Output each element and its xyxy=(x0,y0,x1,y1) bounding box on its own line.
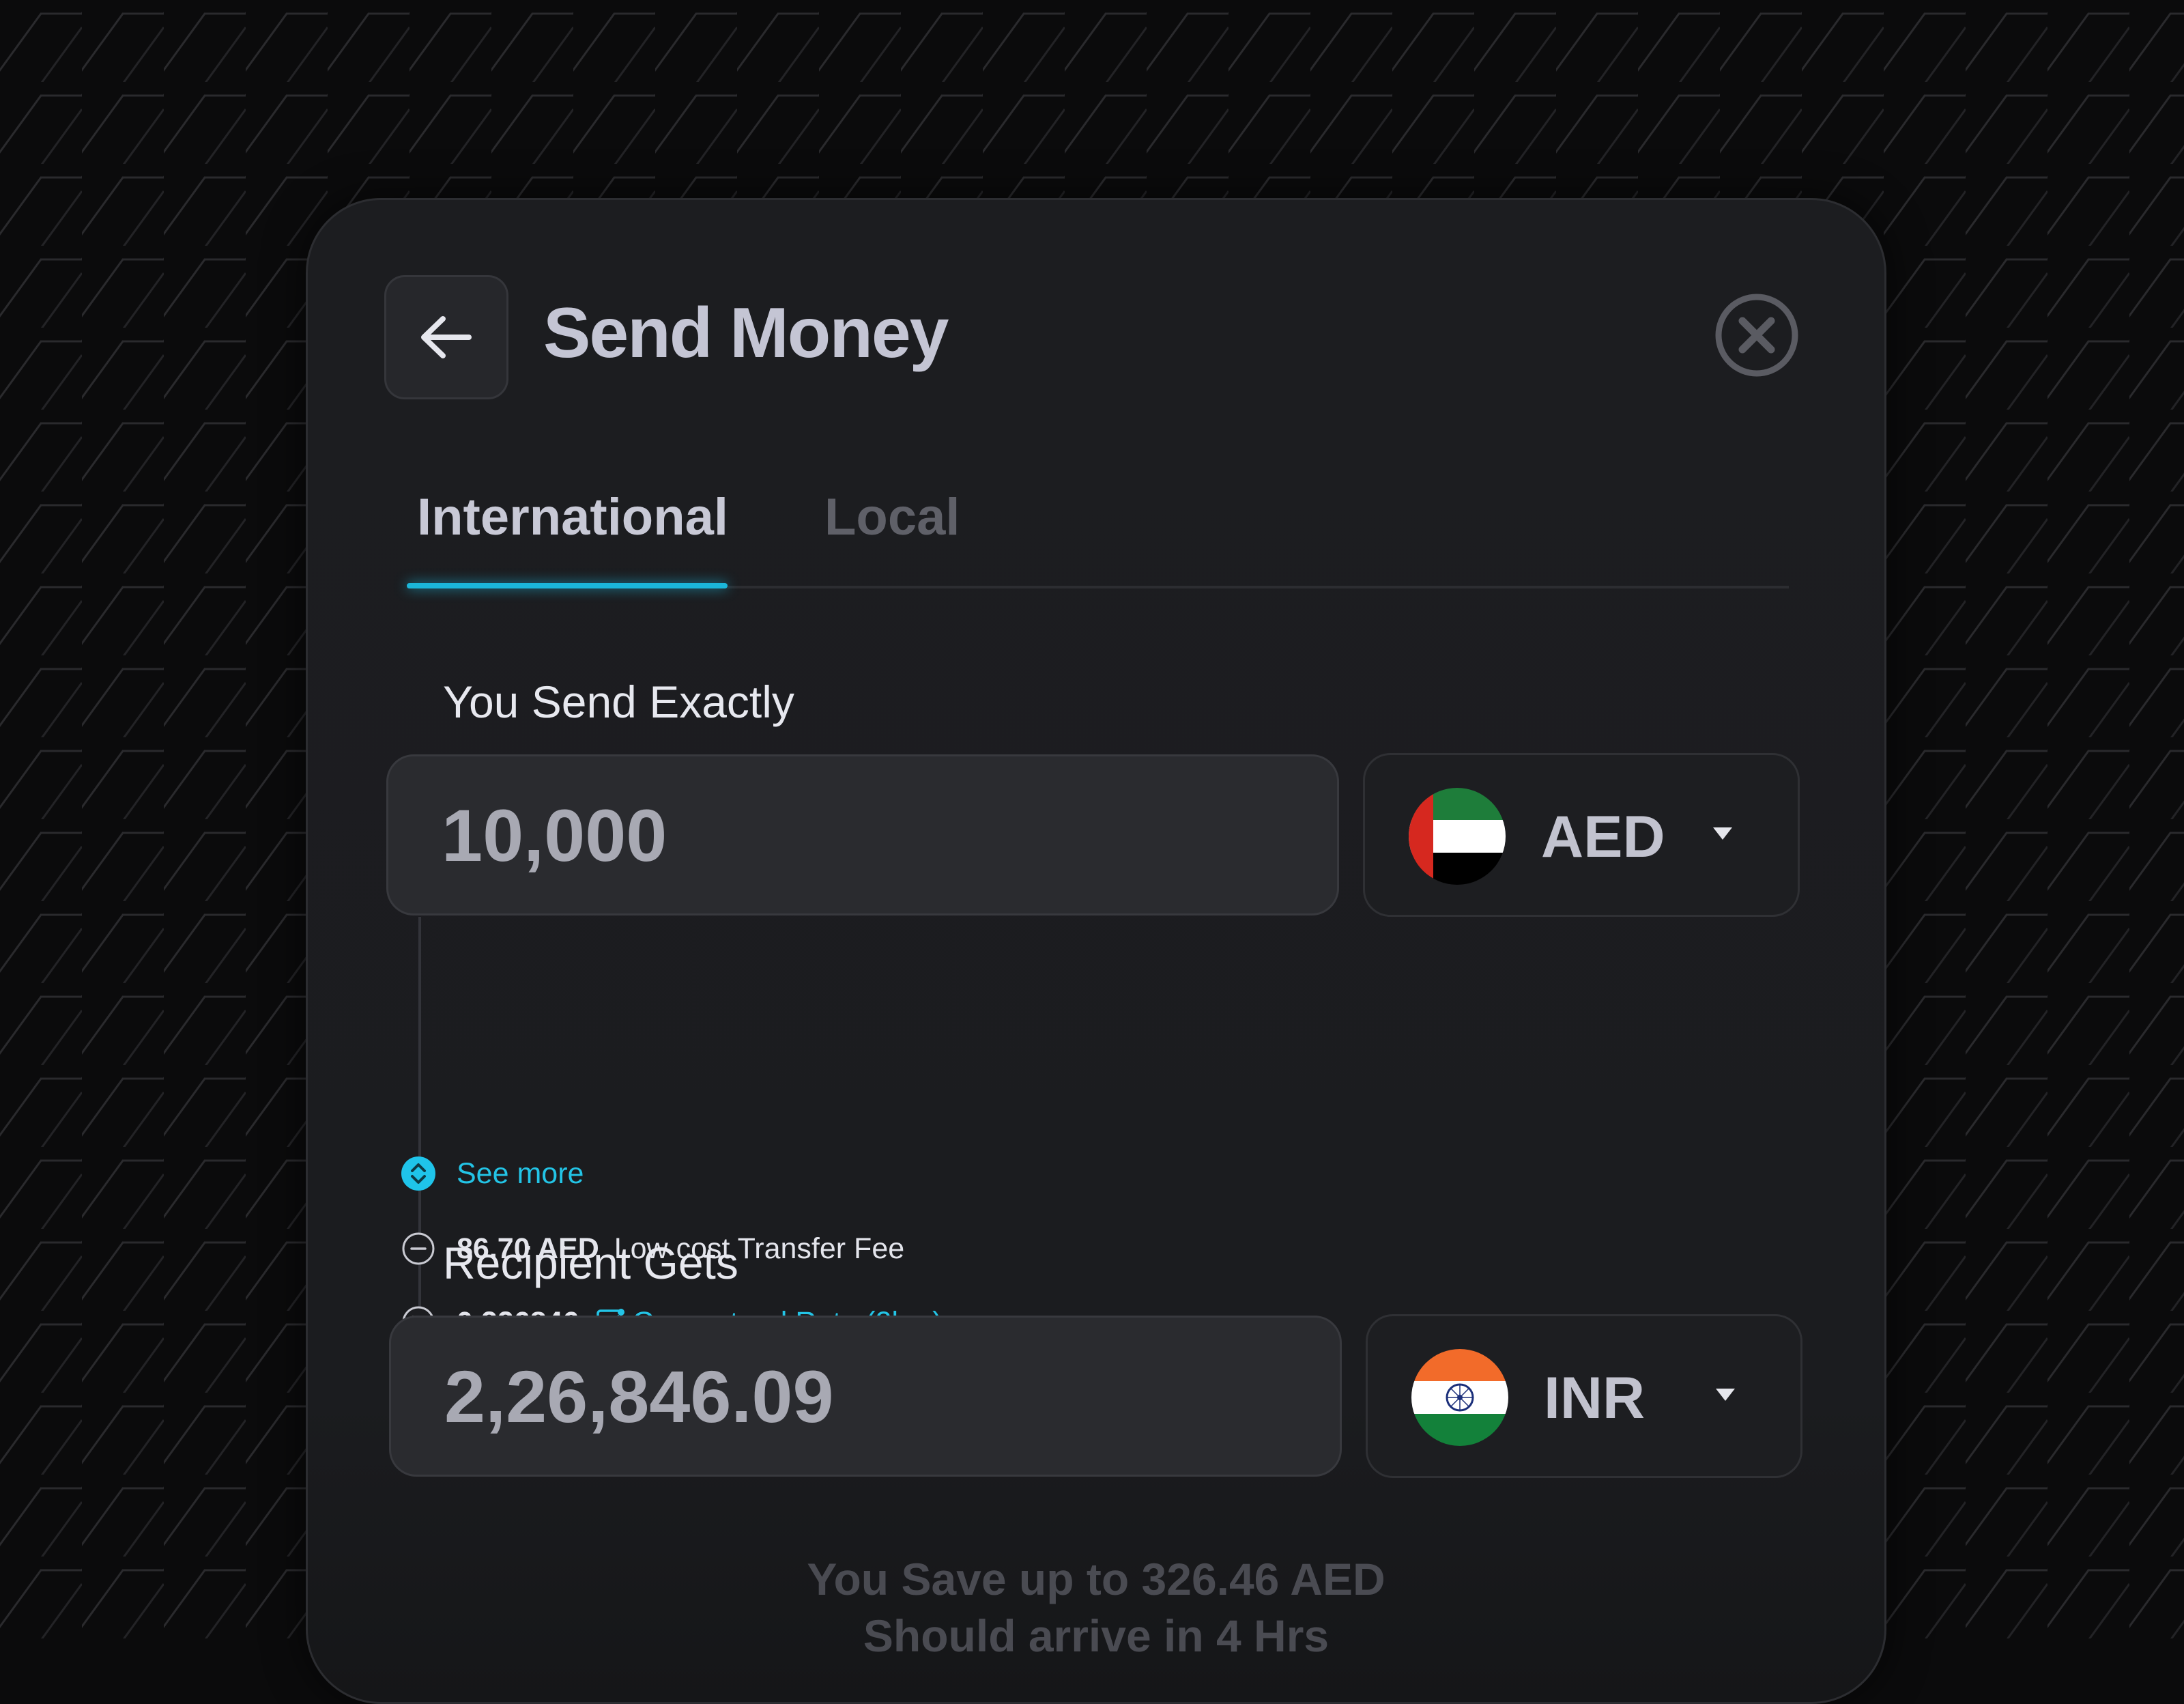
send-money-card: Send Money International Local You Send … xyxy=(306,198,1886,1704)
send-amount-value: 10,000 xyxy=(442,793,667,877)
send-currency-select[interactable]: AED xyxy=(1363,753,1800,917)
arrow-left-icon xyxy=(421,316,472,358)
india-flag-icon xyxy=(1411,1349,1508,1446)
page-title: Send Money xyxy=(543,294,949,373)
receive-amount-input[interactable]: 2,26,846.09 xyxy=(389,1316,1342,1477)
receive-currency-code: INR xyxy=(1544,1365,1646,1431)
active-tab-indicator xyxy=(407,583,728,588)
see-more-link[interactable]: See more xyxy=(457,1157,584,1191)
receive-amount-value: 2,26,846.09 xyxy=(444,1354,834,1438)
send-currency-code: AED xyxy=(1541,804,1665,870)
expand-icon xyxy=(401,1156,435,1191)
receive-currency-select[interactable]: INR xyxy=(1366,1314,1802,1478)
see-more-row[interactable]: See more xyxy=(401,1156,584,1191)
arrival-text: Should arrive in 4 Hrs xyxy=(863,1610,1330,1661)
uae-flag-icon xyxy=(1409,788,1506,885)
chevron-down-icon xyxy=(1713,827,1732,840)
minus-circle-icon xyxy=(402,1232,435,1265)
receive-label: Recipient Gets xyxy=(443,1238,738,1288)
send-amount-input[interactable]: 10,000 xyxy=(386,754,1339,915)
close-icon[interactable] xyxy=(1714,292,1800,378)
tab-local[interactable]: Local xyxy=(824,480,960,555)
chevron-down-icon xyxy=(1716,1389,1735,1401)
send-label: You Send Exactly xyxy=(443,677,794,727)
savings-text: You Save up to 326.46 AED xyxy=(807,1554,1385,1604)
tab-international[interactable]: International xyxy=(417,480,728,555)
back-button[interactable] xyxy=(384,275,508,399)
